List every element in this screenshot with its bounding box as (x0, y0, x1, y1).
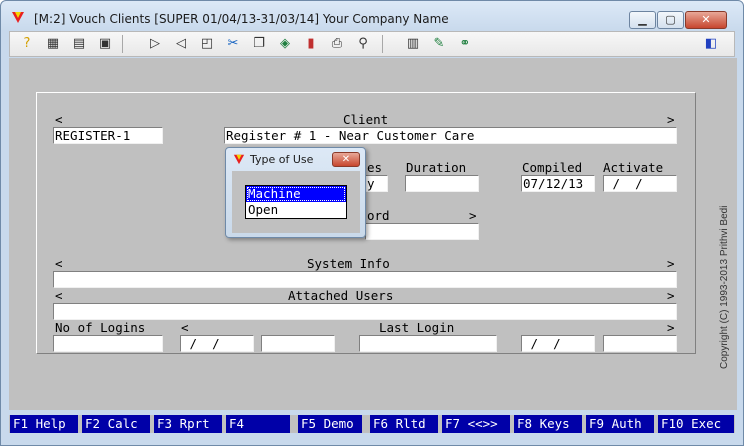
f9-auth-button[interactable]: F9 Auth (586, 415, 654, 433)
prev-icon[interactable]: ◁ (172, 35, 190, 53)
f2-calc-button[interactable]: F2 Calc (82, 415, 150, 433)
compiled-field[interactable]: 07/12/13 (521, 175, 595, 192)
last-login-date-field[interactable]: / / (180, 335, 254, 352)
app-logo-icon (12, 12, 24, 23)
f1-help-button[interactable]: F1 Help (10, 415, 78, 433)
print-preview-icon[interactable]: ▣ (96, 35, 114, 53)
compiled-label: Compiled (522, 160, 583, 175)
last-login-date2-field[interactable]: / / (521, 335, 595, 352)
toolbar: ? ▦ ▤ ▣ ▷ ◁ ◰ ✂ ❐ ◈ ▮ ⎙ ⚲ ▥ ✎ ⚭ ◧ (9, 31, 735, 57)
chart-icon[interactable]: ▮ (302, 35, 320, 53)
password-label: ord (367, 208, 390, 223)
last-login-label: Last Login (379, 320, 455, 335)
right-arrow: > (667, 112, 675, 127)
password-arrow: > (469, 208, 477, 223)
dialog-body: Machine Open (232, 171, 360, 233)
notes-icon[interactable]: ▥ (404, 35, 422, 53)
app-logo-icon (233, 154, 245, 165)
attached-users-left-arrow: < (55, 288, 63, 303)
client-name-field[interactable]: Register # 1 - Near Customer Care (224, 127, 677, 144)
client-label: Client (343, 112, 389, 127)
tools-icon[interactable]: ✂ (224, 35, 242, 53)
system-info-label: System Info (307, 256, 390, 271)
client-area: < Client > REGISTER-1 Register # 1 - Nea… (9, 58, 737, 410)
f4-button[interactable]: F4 (226, 415, 290, 433)
toolbar-separator (122, 35, 123, 53)
no-of-logins-label: No of Logins (55, 320, 146, 335)
last-login-time-field[interactable] (261, 335, 335, 352)
attached-users-label: Attached Users (288, 288, 394, 303)
copyright-text: Copyright (C) 1993-2013 Prithvi Bedi (719, 205, 730, 369)
f5-demo-button[interactable]: F5 Demo (298, 415, 362, 433)
dialog-title: Type of Use (250, 153, 314, 166)
grid-icon[interactable]: ▦ (44, 35, 62, 53)
f8-keys-button[interactable]: F8 Keys (514, 415, 582, 433)
attached-users-right-arrow: > (667, 288, 675, 303)
application-window: [M:2] Vouch Clients [SUPER 01/04/13-31/0… (0, 0, 744, 446)
system-info-left-arrow: < (55, 256, 63, 271)
printer-icon[interactable]: ⎙ (328, 35, 346, 53)
edit-icon[interactable]: ✎ (430, 35, 448, 53)
types-label: es (367, 160, 383, 175)
password-field[interactable] (365, 223, 479, 240)
type-of-use-dialog: Type of Use ✕ Machine Open (225, 147, 366, 238)
system-info-field[interactable] (53, 271, 677, 288)
last-login-extra-field[interactable] (603, 335, 677, 352)
dialog-close-button[interactable]: ✕ (332, 152, 360, 167)
type-of-use-list[interactable]: Machine Open (245, 185, 347, 219)
toolbar-separator (382, 35, 383, 53)
types-field[interactable]: y (365, 175, 388, 192)
last-login-left-arrow: < (181, 320, 189, 335)
f6-related-button[interactable]: F6 Rltd (370, 415, 438, 433)
last-login-user-field[interactable] (359, 335, 497, 352)
close-button[interactable]: ✕ (685, 11, 727, 29)
activate-label: Activate (603, 160, 664, 175)
f10-exec-button[interactable]: F10 Exec (658, 415, 734, 433)
next-icon[interactable]: ▷ (146, 35, 164, 53)
stack-icon[interactable]: ◈ (276, 35, 294, 53)
f3-report-button[interactable]: F3 Rprt (154, 415, 222, 433)
table-icon[interactable]: ▤ (70, 35, 88, 53)
left-arrow: < (55, 112, 63, 127)
title-bar[interactable]: [M:2] Vouch Clients [SUPER 01/04/13-31/0… (1, 1, 743, 31)
no-of-logins-field[interactable] (53, 335, 163, 352)
attached-users-field[interactable] (53, 303, 677, 320)
duration-label: Duration (406, 160, 467, 175)
search-icon[interactable]: ⚲ (354, 35, 372, 53)
exit-icon[interactable]: ◧ (702, 35, 720, 53)
register-code-field[interactable]: REGISTER-1 (53, 127, 163, 144)
copyright-text-container: Copyright (C) 1993-2013 Prithvi Bedi (719, 181, 731, 371)
system-info-right-arrow: > (667, 256, 675, 271)
f7-navigate-button[interactable]: F7 <<>> (442, 415, 510, 433)
function-key-bar: F1 Help F2 Calc F3 Rprt F4 F5 Demo F6 Rl… (9, 415, 735, 433)
copy-icon[interactable]: ❐ (250, 35, 268, 53)
last-login-right-arrow: > (667, 320, 675, 335)
list-item-machine[interactable]: Machine (246, 186, 346, 202)
activate-field[interactable]: / / (603, 175, 677, 192)
minimize-button[interactable]: ▁ (629, 11, 656, 29)
link-icon[interactable]: ⚭ (456, 35, 474, 53)
list-item-open[interactable]: Open (246, 202, 346, 218)
duration-field[interactable] (405, 175, 479, 192)
form-icon[interactable]: ◰ (198, 35, 216, 53)
window-title: [M:2] Vouch Clients [SUPER 01/04/13-31/0… (34, 12, 449, 26)
help-icon[interactable]: ? (18, 35, 36, 53)
maximize-button[interactable]: ▢ (657, 11, 684, 29)
